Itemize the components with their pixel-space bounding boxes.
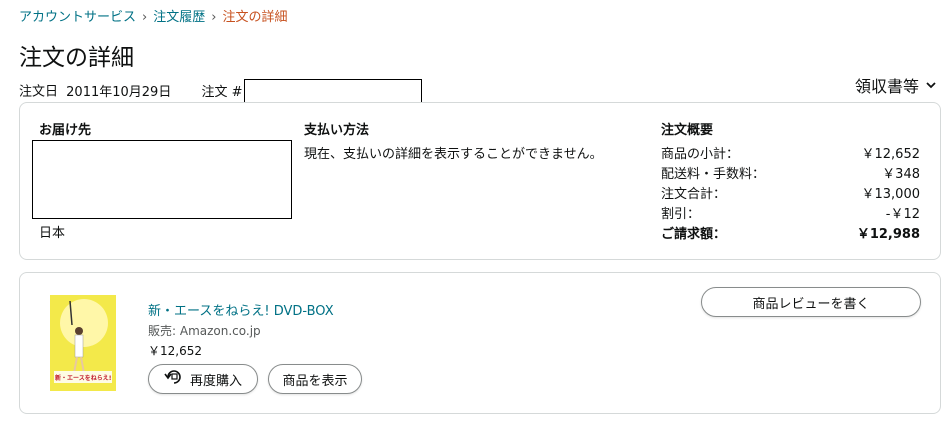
summary-row-order-total: 注文合計： ￥13,000 — [661, 185, 920, 205]
summary-row-shipping: 配送料・手数料： ￥348 — [661, 165, 920, 185]
product-seller: 販売: Amazon.co.jp — [148, 324, 261, 338]
summary-heading: 注文概要 — [661, 123, 714, 138]
summary-row-value: ￥348 — [882, 167, 920, 182]
summary-row-label: 商品の小計： — [661, 147, 740, 162]
payment-heading: 支払い方法 — [304, 123, 370, 138]
buy-again-icon — [164, 368, 184, 390]
write-review-button[interactable]: 商品レビューを書く — [701, 287, 921, 317]
product-title-link[interactable]: 新・エースをねらえ! DVD-BOX — [148, 300, 334, 319]
shipping-country: 日本 — [39, 226, 66, 241]
summary-total-label: ご請求額： — [661, 227, 727, 242]
order-summary-card: お届け先 日本 支払い方法 現在、支払いの詳細を表示することができません。 注文… — [19, 102, 941, 260]
summary-row-value: ￥12,652 — [861, 147, 921, 162]
receipt-label: 領収書等 — [854, 77, 919, 96]
summary-row-value: -￥12 — [885, 207, 920, 222]
breadcrumb-separator: › — [211, 10, 217, 25]
summary-rows: 商品の小計： ￥12,652 配送料・手数料： ￥348 注文合計： ￥13,000 … — [661, 145, 920, 245]
product-price: ￥12,652 — [148, 344, 202, 358]
summary-row-label: 注文合計： — [661, 187, 727, 202]
breadcrumb-separator: › — [142, 10, 148, 25]
write-review-label: 商品レビューを書く — [752, 296, 870, 312]
summary-row-label: 割引： — [661, 207, 701, 222]
summary-row-label: 配送料・手数料： — [661, 167, 766, 182]
summary-row-value: ￥13,000 — [861, 187, 921, 202]
shipping-heading: お届け先 — [39, 123, 92, 138]
summary-row-subtotal: 商品の小計： ￥12,652 — [661, 145, 920, 165]
summary-row-discount: 割引： -￥12 — [661, 205, 920, 225]
order-date: 2011年10月29日 — [66, 84, 172, 100]
view-item-label: 商品を表示 — [282, 373, 348, 389]
product-cover-title: 新・エースをねらえ! — [55, 375, 112, 382]
breadcrumb: アカウントサービス › 注文履歴 › 注文の詳細 — [19, 6, 287, 25]
view-item-button[interactable]: 商品を表示 — [268, 364, 362, 394]
buy-again-button[interactable]: 再度購入 — [148, 364, 258, 394]
summary-total-value: ￥12,988 — [856, 227, 920, 242]
payment-message: 現在、支払いの詳細を表示することができません。 — [304, 147, 603, 162]
chevron-down-icon — [925, 76, 937, 95]
order-date-label: 注文日 — [19, 84, 59, 100]
breadcrumb-order-history[interactable]: 注文履歴 — [153, 10, 205, 25]
page-title: 注文の詳細 — [19, 45, 134, 71]
summary-row-grand-total: ご請求額： ￥12,988 — [661, 225, 920, 245]
breadcrumb-current: 注文の詳細 — [222, 10, 288, 25]
breadcrumb-account-service[interactable]: アカウントサービス — [19, 10, 136, 25]
order-item-card: 新・エースをねらえ! 新・エースをねらえ! DVD-BOX 販売: Amazon… — [19, 272, 941, 414]
product-image[interactable]: 新・エースをねらえ! — [50, 295, 116, 391]
receipt-dropdown[interactable]: 領収書等 — [855, 73, 937, 97]
order-number-label: 注文 # — [201, 84, 243, 100]
shipping-address-redacted — [32, 140, 292, 219]
buy-again-label: 再度購入 — [189, 373, 242, 389]
